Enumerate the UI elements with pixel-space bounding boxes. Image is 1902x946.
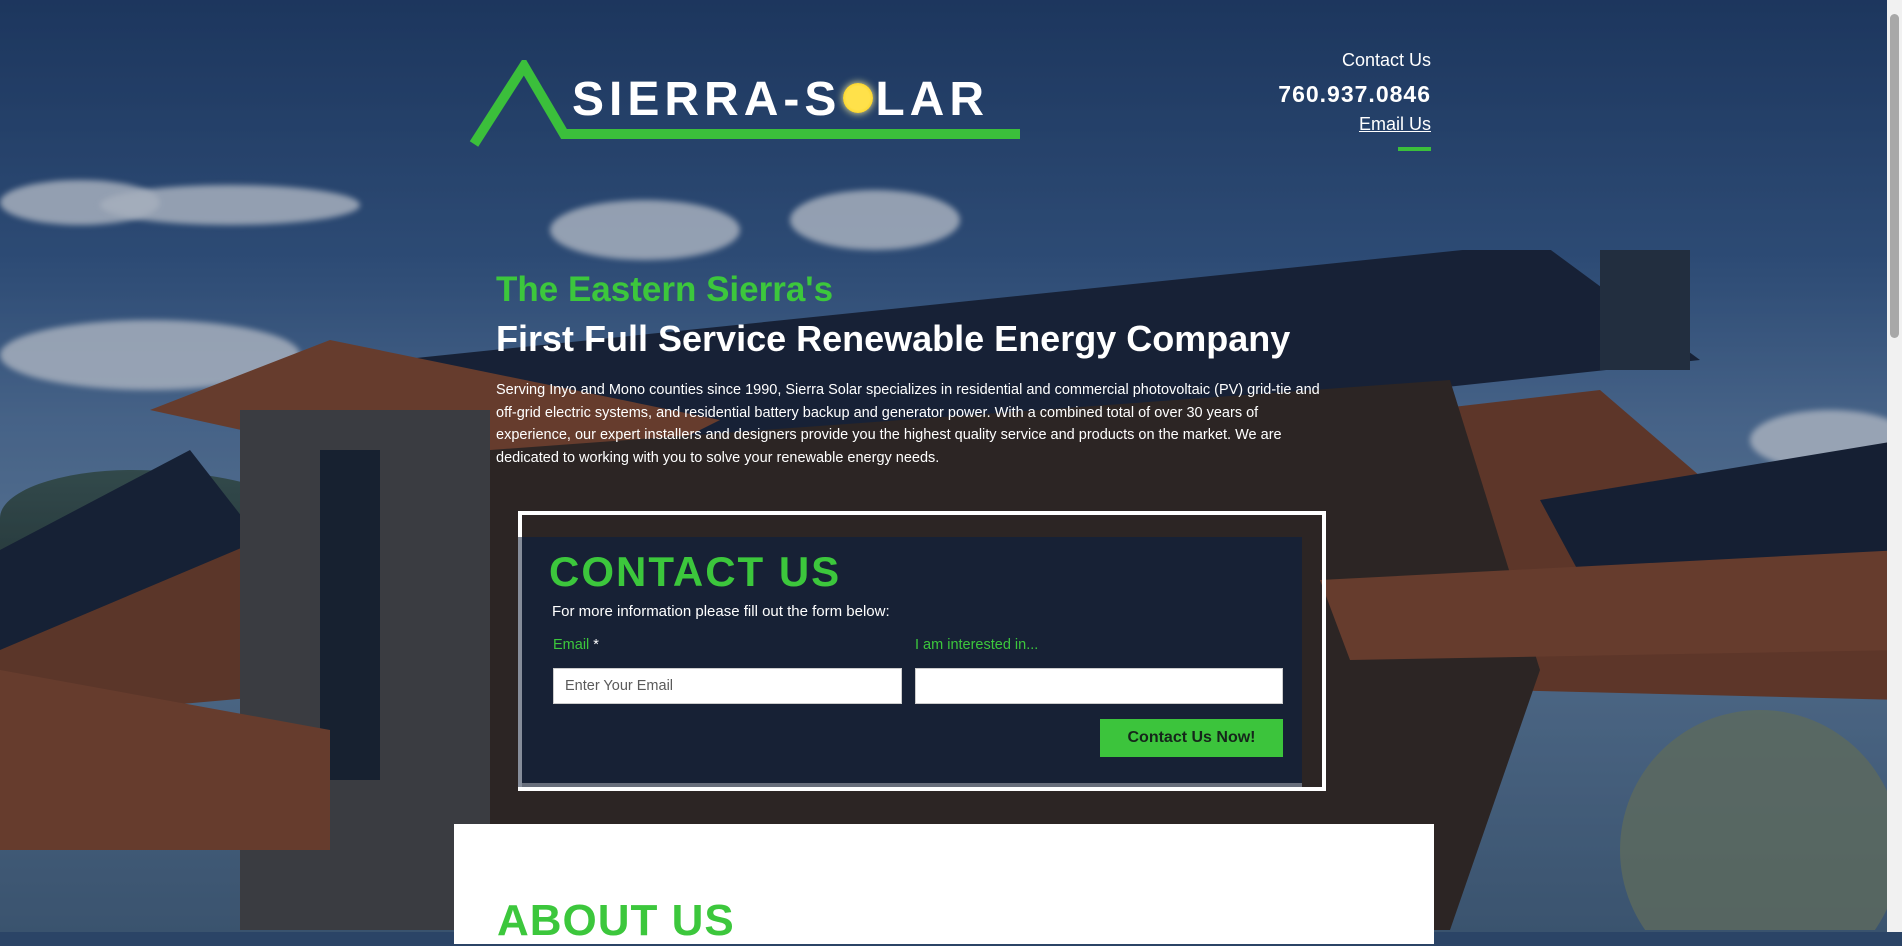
hero-title: First Full Service Renewable Energy Comp… [496,318,1291,359]
scrollbar-thumb[interactable] [1890,14,1899,338]
interest-label: I am interested in... [915,637,1039,653]
hero-description: Serving Inyo and Mono counties since 199… [496,382,1320,466]
logo-wordmark: SIERRA-S LAR [572,73,990,126]
page-scrollbar[interactable] [1887,0,1902,932]
contact-submit-button[interactable]: Contact Us Now! [1100,719,1283,757]
hero-kicker: The Eastern Sierra's [496,270,834,309]
email-us-link[interactable]: Email Us [1278,114,1431,135]
phone-number[interactable]: 760.937.0846 [1278,81,1431,108]
email-field[interactable] [553,668,902,704]
interest-field[interactable] [915,668,1283,704]
contact-us-label: Contact Us [1341,50,1431,70]
about-title: ABOUT US [497,896,735,945]
sierra-solar-logo[interactable]: SIERRA-S LAR [468,60,1023,150]
required-mark: * [593,637,599,653]
header-accent-bar [1398,147,1431,151]
header-contact: Contact Us 760.937.0846 Email Us [1278,50,1431,151]
contact-form-subtitle: For more information please fill out the… [552,603,890,620]
email-label: Email * [553,637,599,653]
about-section: ABOUT US [454,824,1434,945]
contact-form-title: CONTACT US [549,548,842,595]
sun-icon [843,83,874,114]
